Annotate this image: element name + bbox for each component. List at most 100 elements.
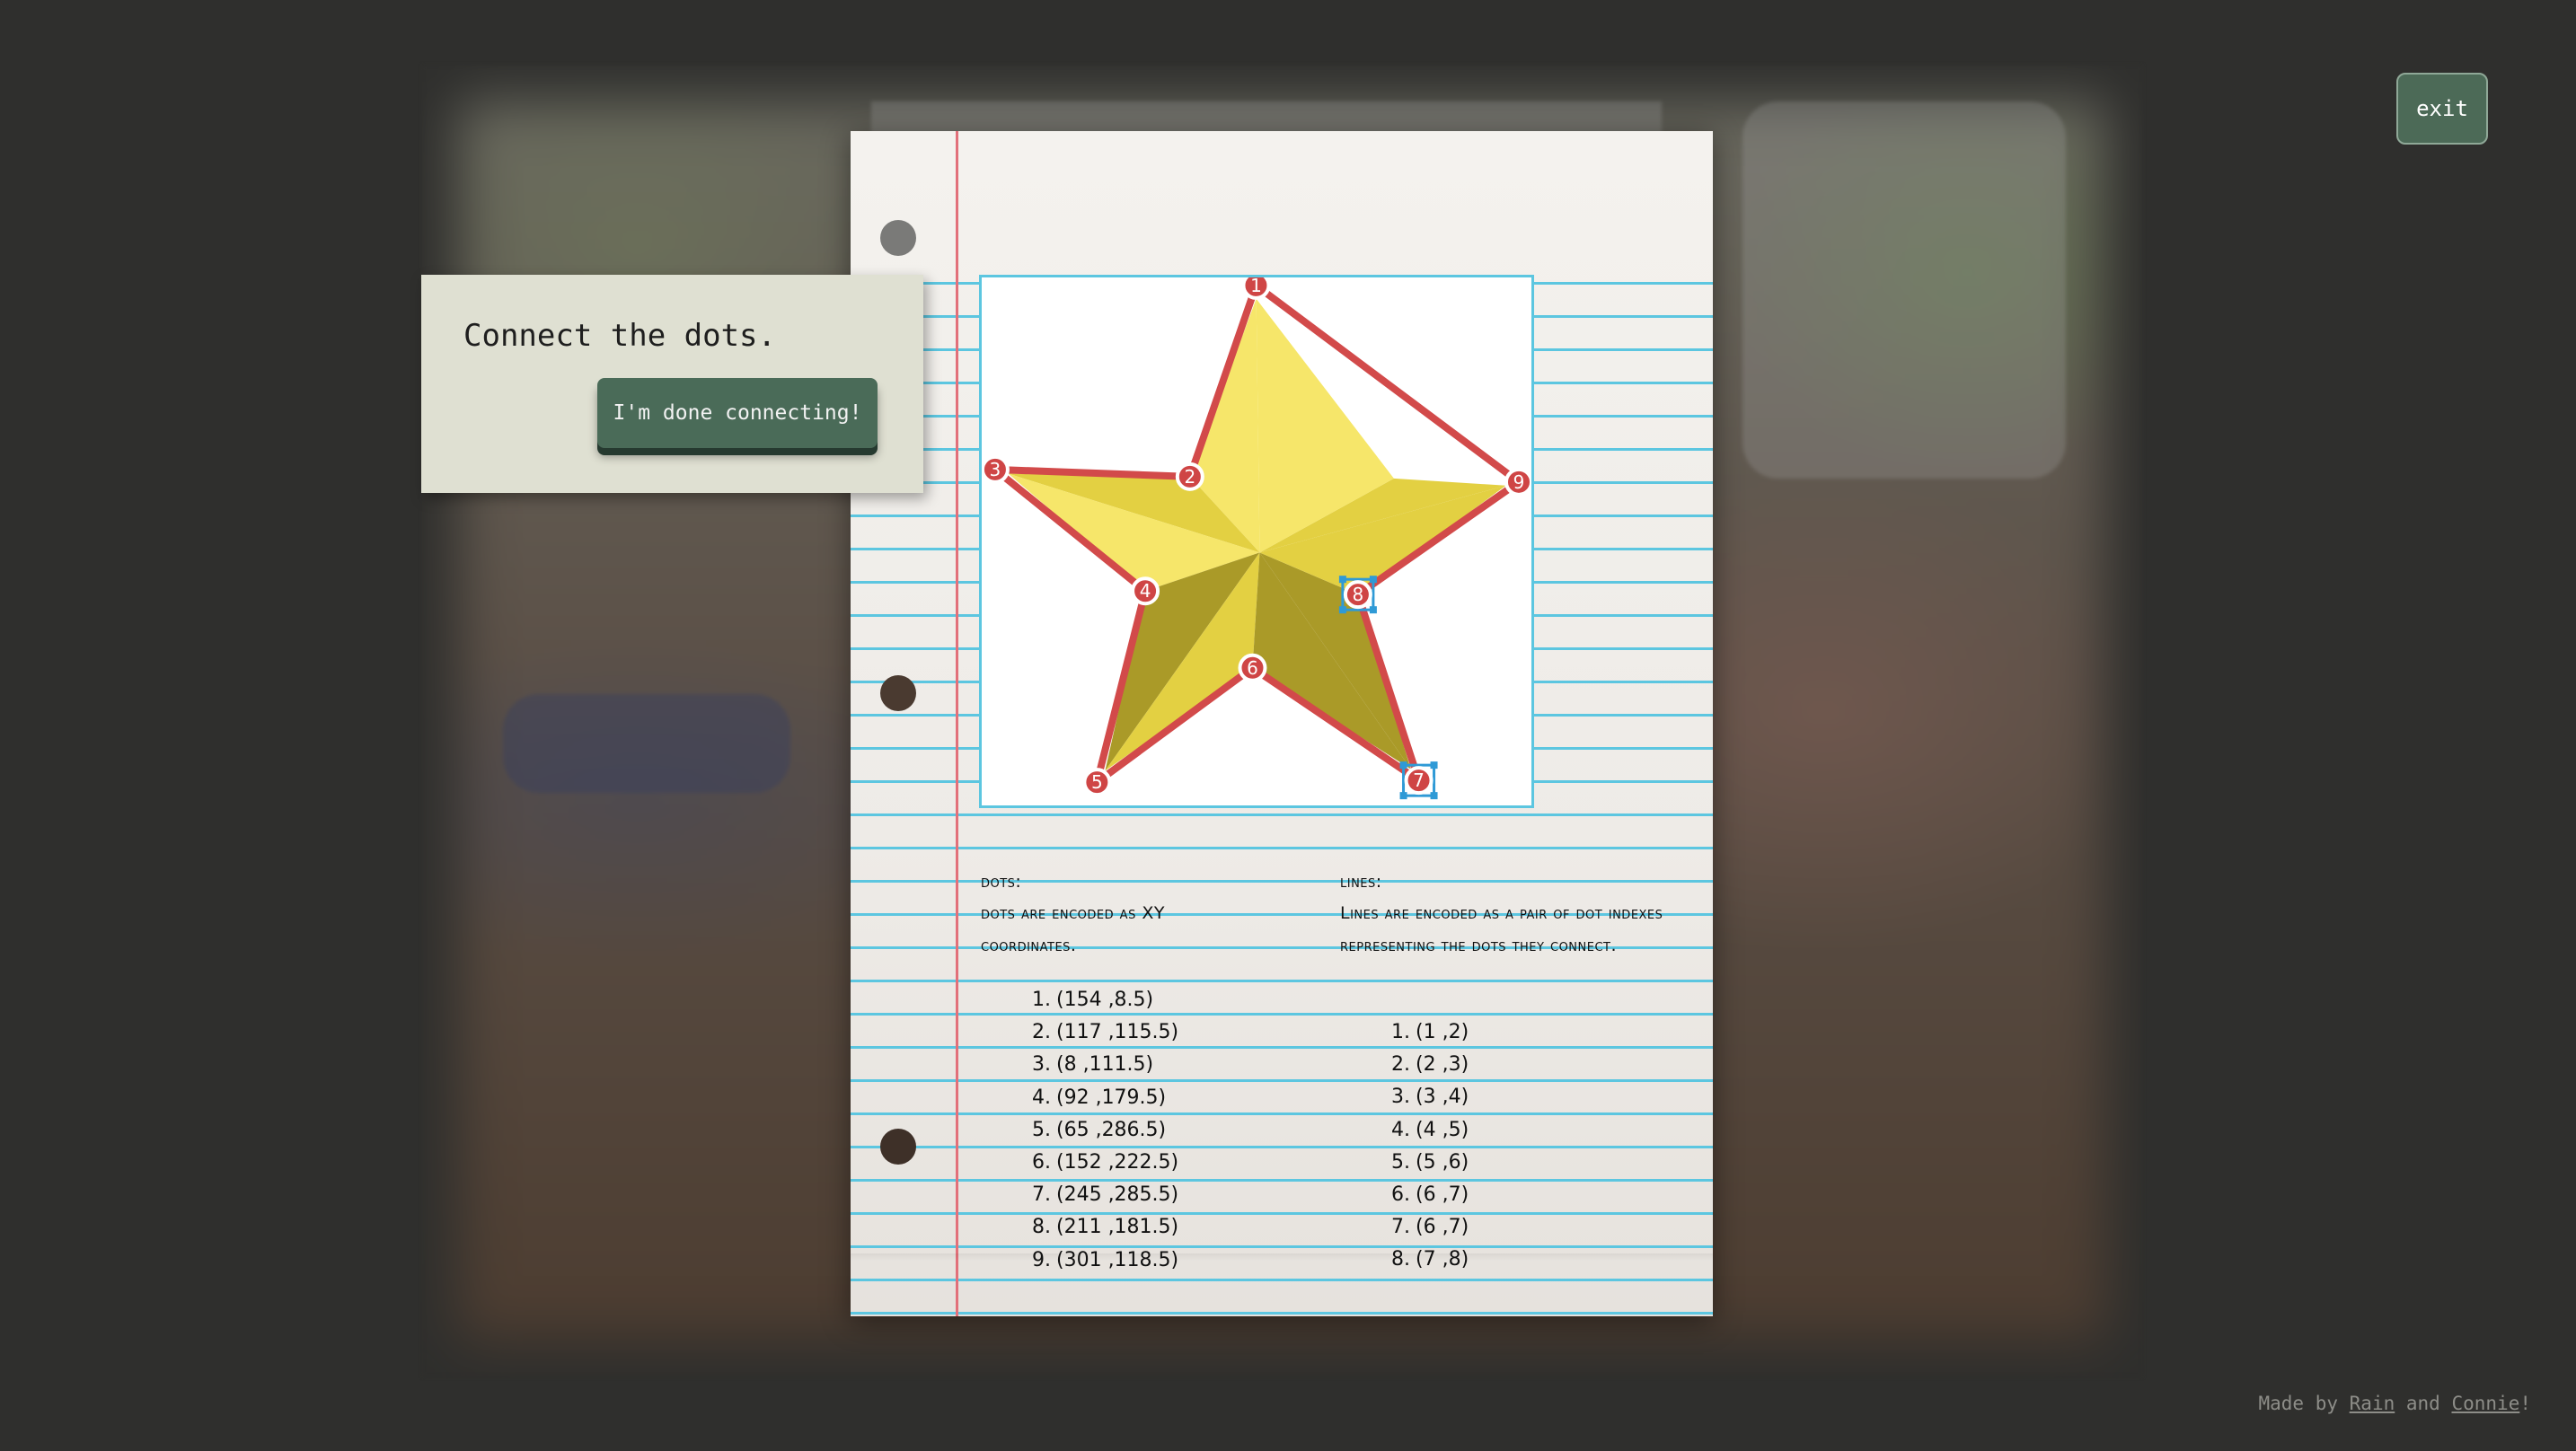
selection-handle[interactable]: [1430, 792, 1438, 800]
dot-entry: 7. (245 ,285.5): [1026, 1179, 1259, 1211]
dot-7[interactable]: 7: [1399, 761, 1438, 800]
done-connecting-button[interactable]: I'm done connecting!: [597, 378, 878, 448]
dot-entry: 1. (154 ,8.5): [1026, 984, 1259, 1016]
dot-entry-value: (152 ,222.5): [1056, 1150, 1179, 1174]
line-entry: 6. (6 ,7): [1385, 1179, 1565, 1211]
line-entry-index: 7.: [1391, 1216, 1410, 1239]
margin-line: [956, 131, 958, 1316]
author-link-connie[interactable]: Connie: [2451, 1393, 2519, 1414]
dot-number: 3: [990, 459, 1001, 480]
dot-entry-index: 1.: [1032, 989, 1051, 1011]
credits: Made by Rain and Connie!: [2258, 1393, 2531, 1414]
line-entry-value: (7 ,8): [1416, 1248, 1469, 1271]
selection-handle[interactable]: [1369, 606, 1377, 614]
dot-entry-value: (117 ,115.5): [1056, 1021, 1179, 1044]
dot-entry-value: (65 ,286.5): [1056, 1118, 1167, 1141]
star-image: [1008, 298, 1506, 771]
dot-entry-index: 9.: [1032, 1248, 1051, 1271]
dot-number: 5: [1091, 771, 1103, 793]
credits-joiner: and: [2405, 1393, 2440, 1414]
dot-entry-value: (154 ,8.5): [1056, 989, 1154, 1011]
dot-entry-index: 3.: [1032, 1053, 1051, 1077]
dot-number: 8: [1353, 584, 1364, 605]
dot-6[interactable]: 6: [1238, 653, 1267, 682]
dot-9[interactable]: 9: [1504, 467, 1531, 497]
dot-number: 7: [1413, 769, 1425, 791]
line-entry-index: 6.: [1391, 1183, 1410, 1206]
credits-suffix: !: [2519, 1393, 2531, 1414]
author-link-rain[interactable]: Rain: [2350, 1393, 2395, 1414]
dot-entry-index: 6.: [1032, 1150, 1051, 1174]
background-window: [1742, 101, 2066, 479]
dot-number: 4: [1140, 580, 1151, 602]
dot-entry: 6. (152 ,222.5): [1026, 1147, 1259, 1179]
selection-handle[interactable]: [1399, 792, 1407, 800]
punch-hole: [880, 1129, 916, 1165]
dot-8[interactable]: 8: [1338, 576, 1377, 614]
drawing-canvas[interactable]: 1 2 3 4 5 6 7 8 9: [979, 275, 1534, 808]
lines-list: 1. (1 ,2) 2. (2 ,3) 3. (3 ,4) 4. (4 ,5) 5. (5 ,6)…: [1385, 1016, 1565, 1277]
line-entry: 4. (4 ,5): [1385, 1114, 1565, 1147]
instructions-card: Connect the dots. I'm done connecting!: [421, 275, 923, 493]
dot-entry-value: (92 ,179.5): [1056, 1086, 1167, 1109]
line-entry-index: 1.: [1391, 1021, 1410, 1043]
dot-entry-index: 8.: [1032, 1216, 1051, 1239]
dot-entry: 9. (301 ,118.5): [1026, 1244, 1259, 1277]
selection-handle[interactable]: [1338, 606, 1346, 614]
punch-hole: [880, 675, 916, 711]
line-entry-value: (2 ,3): [1416, 1053, 1469, 1077]
line-entry: 5. (5 ,6): [1385, 1147, 1565, 1179]
line-entry: 7. (6 ,7): [1385, 1211, 1565, 1244]
selection-handle[interactable]: [1399, 761, 1407, 769]
dot-entry: 8. (211 ,181.5): [1026, 1211, 1259, 1244]
line-entry: 3. (3 ,4): [1385, 1081, 1565, 1113]
dot-entry-index: 2.: [1032, 1021, 1051, 1044]
notebook-paper: 1 2 3 4 5 6 7 8 9 dots: dots are encoded as XY c…: [851, 131, 1713, 1316]
dot-1[interactable]: 1: [1241, 277, 1271, 300]
dot-entry: 5. (65 ,286.5): [1026, 1114, 1259, 1147]
lines-heading: lines:: [1340, 872, 1382, 892]
line-entry-value: (5 ,6): [1416, 1150, 1469, 1174]
dots-list: 1. (154 ,8.5) 2. (117 ,115.5) 3. (8 ,111.5) 4.…: [1026, 984, 1259, 1277]
dot-2[interactable]: 2: [1175, 462, 1204, 491]
dots-description: dots are encoded as XY coordinates.: [981, 903, 1165, 955]
line-entry-value: (4 ,5): [1416, 1118, 1469, 1141]
dot-number: 6: [1247, 657, 1258, 679]
line-entry: 2. (2 ,3): [1385, 1049, 1565, 1081]
line-entry-index: 2.: [1391, 1053, 1410, 1077]
dot-canvas-svg[interactable]: 1 2 3 4 5 6 7 8 9: [982, 277, 1531, 805]
dots-heading: dots:: [981, 872, 1022, 892]
dot-entry-value: (8 ,111.5): [1056, 1053, 1154, 1077]
selection-handle[interactable]: [1369, 576, 1377, 584]
exit-button[interactable]: exit: [2396, 73, 2488, 145]
dot-entry: 3. (8 ,111.5): [1026, 1049, 1259, 1081]
background-object: [503, 694, 790, 793]
line-entry-index: 8.: [1391, 1248, 1410, 1271]
line-entry-index: 5.: [1391, 1150, 1410, 1174]
dot-3[interactable]: 3: [982, 454, 1010, 484]
dot-entry-index: 5.: [1032, 1118, 1051, 1141]
punch-hole: [880, 220, 916, 256]
dot-entry-value: (211 ,181.5): [1056, 1216, 1179, 1239]
selection-handle[interactable]: [1338, 576, 1346, 584]
line-entry: 1. (1 ,2): [1385, 1016, 1565, 1049]
dot-entry-index: 4.: [1032, 1086, 1051, 1109]
selection-handle[interactable]: [1430, 761, 1438, 769]
line-entry-index: 3.: [1391, 1086, 1410, 1109]
dot-entry-value: (245 ,285.5): [1056, 1183, 1179, 1207]
dot-number: 2: [1184, 466, 1195, 488]
dot-number: 1: [1250, 277, 1262, 296]
dot-number: 9: [1513, 471, 1525, 493]
credits-prefix: Made by: [2258, 1393, 2338, 1414]
line-entry-value: (1 ,2): [1416, 1021, 1469, 1043]
dot-entry-value: (301 ,118.5): [1056, 1248, 1179, 1271]
paper-fold: [851, 1253, 1713, 1261]
instructions-title: Connect the dots.: [463, 318, 776, 354]
lines-description: Lines are encoded as a pair of dot index…: [1340, 903, 1663, 955]
line-entry-index: 4.: [1391, 1118, 1410, 1141]
dot-4[interactable]: 4: [1131, 576, 1160, 606]
dot-entry-index: 7.: [1032, 1183, 1051, 1207]
dot-5[interactable]: 5: [1082, 768, 1112, 797]
line-entry-value: (6 ,7): [1416, 1216, 1469, 1239]
dot-entry: 2. (117 ,115.5): [1026, 1016, 1259, 1049]
